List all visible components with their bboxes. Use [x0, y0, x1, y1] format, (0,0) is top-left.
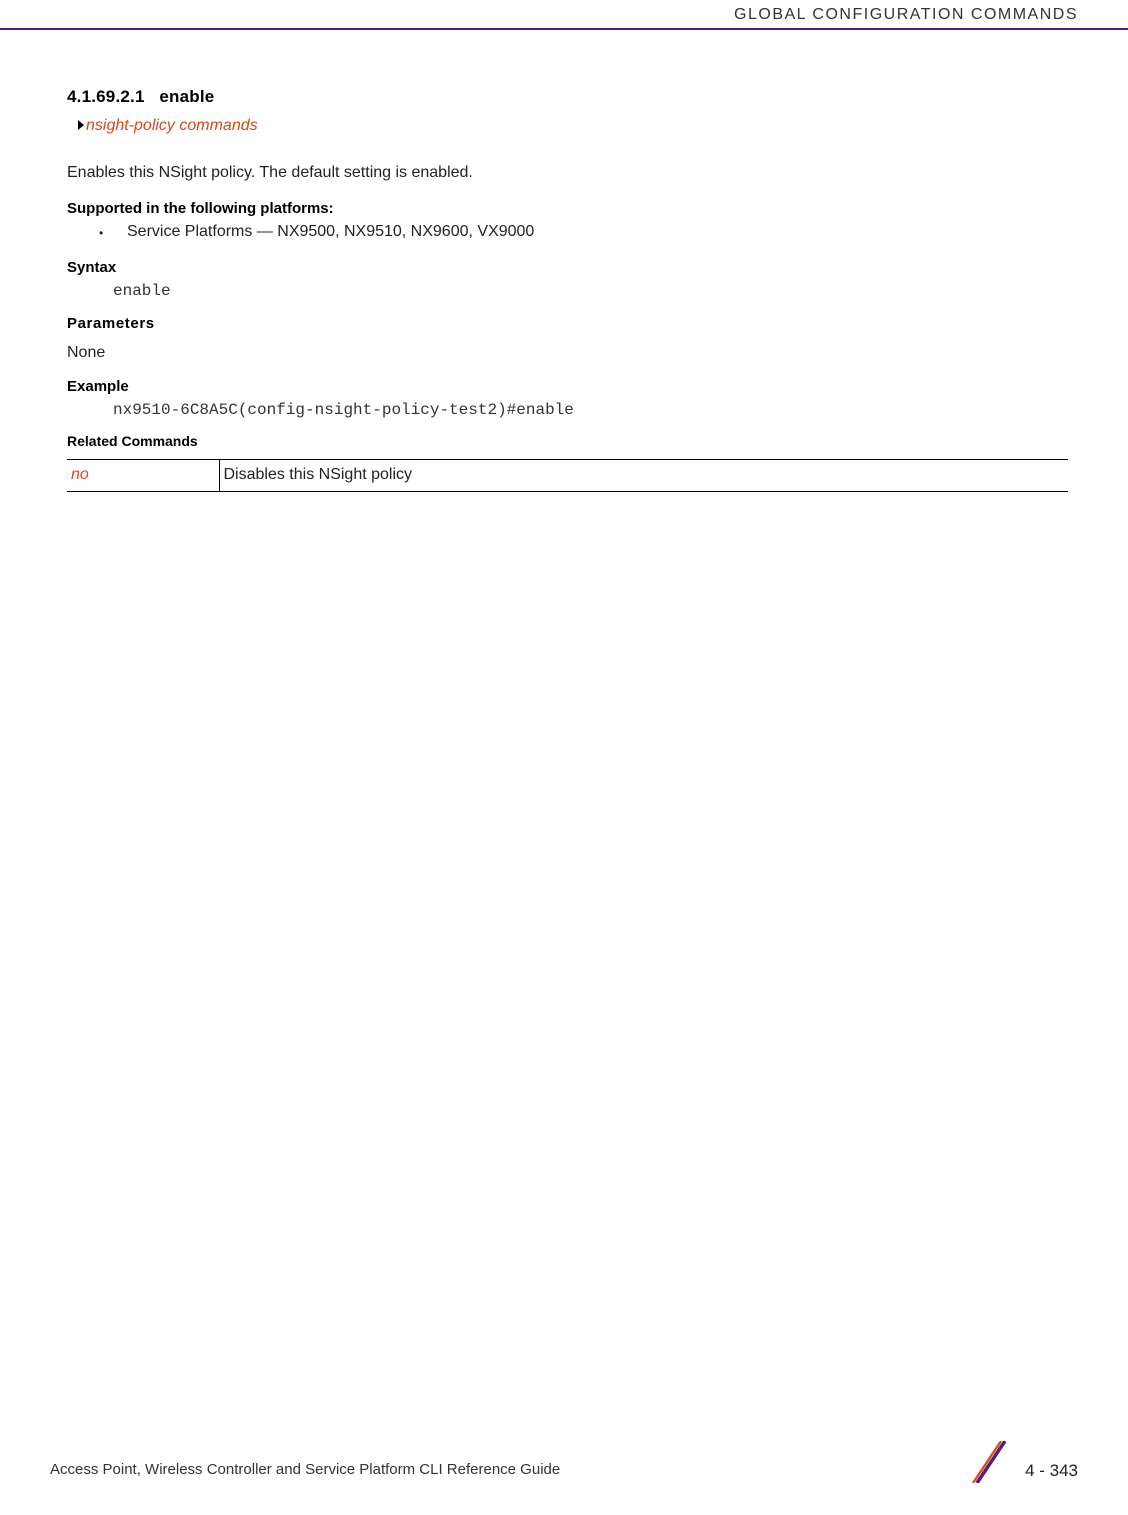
parameters-value: None [67, 342, 1068, 364]
supported-platforms-list: Service Platforms — NX9500, NX9510, NX96… [67, 221, 1068, 243]
supported-platforms-heading: Supported in the following platforms: [67, 198, 1068, 219]
arrow-right-icon [78, 120, 84, 130]
running-header: GLOBAL CONFIGURATION COMMANDS [0, 0, 1128, 30]
example-heading: Example [67, 376, 1068, 397]
example-code: nx9510-6C8A5C(config-nsight-policy-test2… [113, 399, 1068, 421]
footer-guide-title: Access Point, Wireless Controller and Se… [50, 1461, 560, 1478]
breadcrumb-link[interactable]: nsight-policy commands [78, 115, 1068, 137]
section-title: enable [159, 87, 214, 106]
syntax-code: enable [113, 280, 1068, 302]
page-footer: Access Point, Wireless Controller and Se… [0, 1459, 1128, 1481]
page-content: 4.1.69.2.1 enable nsight-policy commands… [0, 30, 1128, 491]
page-number: 4 - 343 [1025, 1459, 1078, 1483]
breadcrumb-link-text: nsight-policy commands [86, 117, 258, 134]
related-command-desc: Disables this NSight policy [219, 460, 1068, 491]
subsection-heading: 4.1.69.2.1 enable [67, 85, 1068, 109]
syntax-heading: Syntax [67, 257, 1068, 278]
description-text: Enables this NSight policy. The default … [67, 162, 1068, 184]
footer-right: 4 - 343 [965, 1441, 1078, 1483]
section-number: 4.1.69.2.1 [67, 87, 145, 106]
slash-logo-icon [965, 1441, 1013, 1483]
related-commands-heading: Related Commands [67, 432, 1068, 452]
list-item: Service Platforms — NX9500, NX9510, NX96… [67, 221, 1068, 243]
table-row: no Disables this NSight policy [67, 460, 1068, 491]
parameters-heading: Parameters [67, 313, 1068, 334]
related-commands-table: no Disables this NSight policy [67, 459, 1068, 491]
related-command-link[interactable]: no [67, 460, 219, 491]
